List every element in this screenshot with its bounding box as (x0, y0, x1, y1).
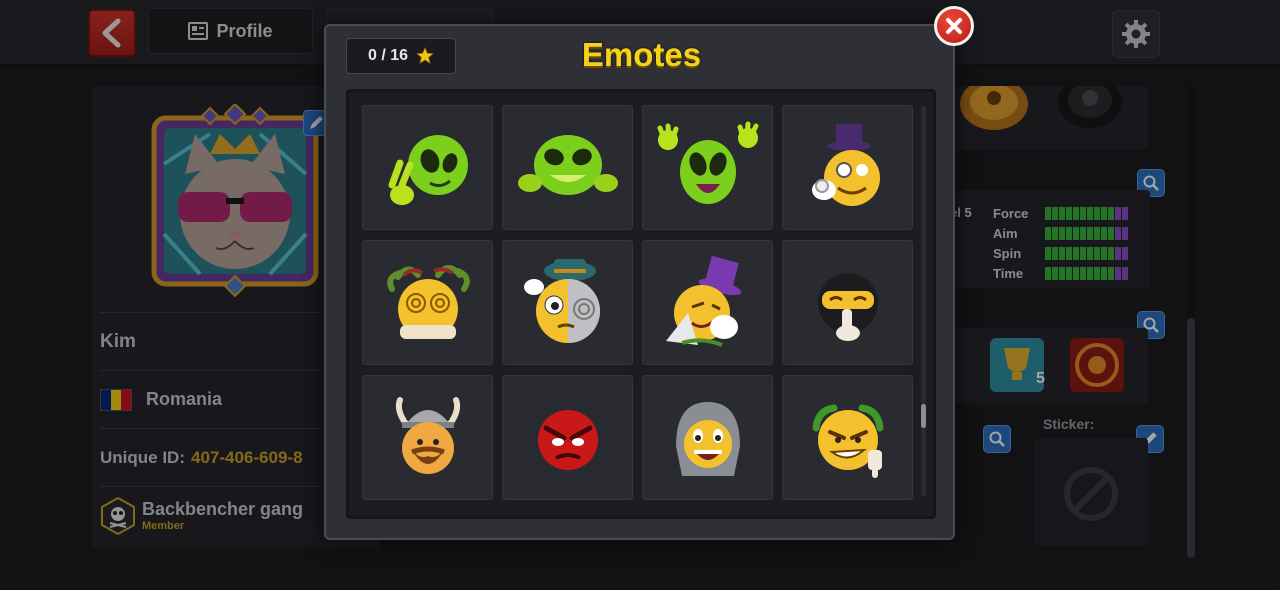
hypnotized-emote-icon (523, 258, 600, 343)
ninja-shush-emote-icon (817, 272, 878, 341)
magician-emote-icon (665, 255, 741, 347)
close-button[interactable] (934, 6, 974, 46)
emotes-grid-container (346, 89, 936, 519)
emperor-thumbs-down-emote[interactable] (782, 375, 913, 500)
dizzy-medusa-emote-icon (386, 264, 470, 339)
angry-red-emote-icon (537, 409, 598, 470)
dizzy-medusa-emote[interactable] (362, 240, 493, 365)
angry-red-emote[interactable] (502, 375, 633, 500)
emperor-thumbs-down-emote-icon (812, 404, 883, 478)
magician-emote[interactable] (642, 240, 773, 365)
gentleman-monocle-emote-icon (811, 123, 880, 206)
gentleman-monocle-emote[interactable] (782, 105, 913, 230)
emotes-grid (362, 105, 913, 500)
game-screen: Profile Kim Romania Unique ID: 407-406-6… (0, 0, 1280, 590)
emotes-scrollbar[interactable] (921, 106, 926, 496)
alien-waving-emote-icon (657, 121, 758, 204)
hypnotized-emote[interactable] (502, 240, 633, 365)
emotes-dialog: 0 / 16 Emotes (324, 6, 974, 540)
knight-emote[interactable] (642, 375, 773, 500)
dialog-title: Emotes (581, 36, 702, 73)
alien-peace-emote-icon (388, 134, 468, 205)
alien-grin-emote[interactable] (502, 105, 633, 230)
viking-emote[interactable] (362, 375, 493, 500)
alien-waving-emote[interactable] (642, 105, 773, 230)
emotes-scrollbar-thumb[interactable] (921, 404, 926, 428)
alien-peace-emote[interactable] (362, 105, 493, 230)
viking-emote-icon (395, 396, 460, 474)
knight-emote-icon (675, 401, 740, 476)
close-icon (946, 18, 962, 34)
ninja-shush-emote[interactable] (782, 240, 913, 365)
alien-grin-emote-icon (517, 134, 618, 195)
